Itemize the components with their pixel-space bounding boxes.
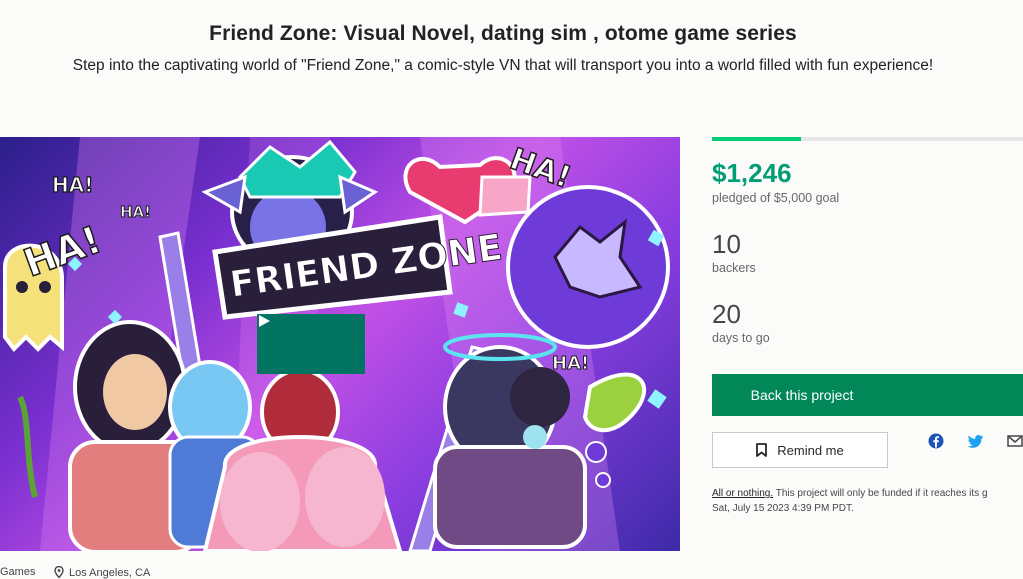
backers-caption: backers xyxy=(712,261,756,275)
back-button-label: Back this project xyxy=(750,387,854,403)
category-label: Games xyxy=(0,566,36,578)
ha-sticker: HA! xyxy=(552,353,589,374)
play-button[interactable] xyxy=(257,314,365,374)
all-or-nothing-link[interactable]: All or nothing. xyxy=(712,488,773,499)
location-label: Los Angeles, CA xyxy=(69,567,151,579)
category-link[interactable]: Games xyxy=(0,566,35,578)
email-icon[interactable] xyxy=(1007,433,1023,449)
play-icon xyxy=(259,315,270,327)
ha-sticker: HA! xyxy=(52,173,93,197)
back-this-project-button[interactable]: Back this project xyxy=(712,374,1023,416)
project-blurb: Step into the captivating world of "Frie… xyxy=(72,57,934,74)
days-to-go-count: 20 xyxy=(712,299,741,329)
funding-terms: All or nothing. This project will only b… xyxy=(712,486,1023,516)
location-pin-icon xyxy=(54,565,64,579)
funding-note: This project will only be funded if it r… xyxy=(773,488,988,499)
twitter-icon[interactable] xyxy=(968,433,984,449)
remind-me-button[interactable]: Remind me xyxy=(712,432,888,468)
project-video[interactable]: FRIEND ZONE HA! HA! HA! HA! HA! xyxy=(0,137,680,551)
funding-progress-bar xyxy=(712,137,1023,141)
project-title: Friend Zone: Visual Novel, dating sim , … xyxy=(209,22,797,45)
funding-deadline: Sat, July 15 2023 4:39 PM PDT. xyxy=(712,503,854,514)
bookmark-icon xyxy=(756,443,768,457)
remind-me-label: Remind me xyxy=(777,442,844,458)
pledged-caption: pledged of $5,000 goal xyxy=(712,191,840,205)
backers-count: 10 xyxy=(712,229,741,259)
location-link[interactable]: Los Angeles, CA xyxy=(54,565,151,579)
pledged-amount: $1,246 xyxy=(712,158,792,188)
facebook-icon[interactable] xyxy=(928,433,944,449)
ha-sticker: HA! xyxy=(120,203,151,221)
days-to-go-caption: days to go xyxy=(712,331,770,345)
funding-progress-fill xyxy=(712,137,801,141)
